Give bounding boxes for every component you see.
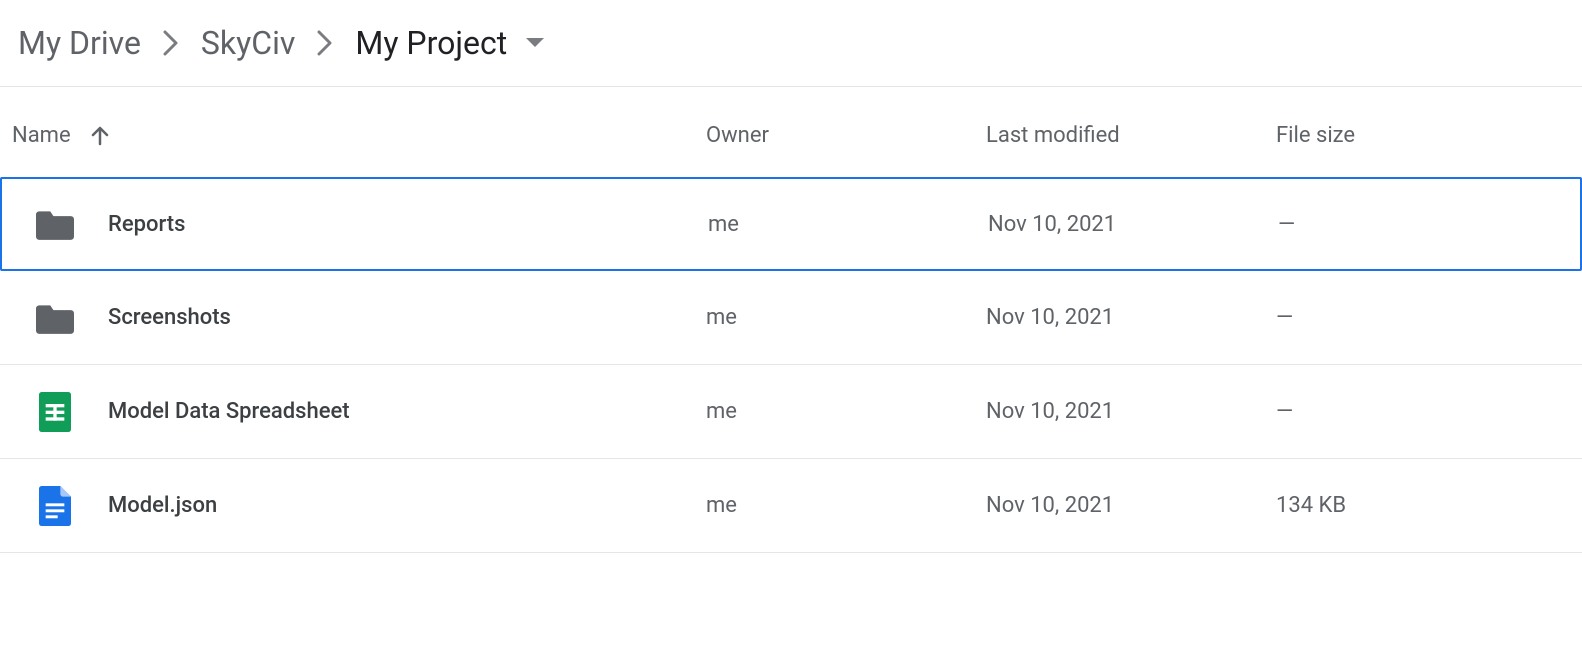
column-header-owner[interactable]: Owner: [706, 123, 986, 148]
column-name-label: Name: [12, 123, 71, 148]
file-owner: me: [708, 212, 988, 237]
file-modified: Nov 10, 2021: [986, 305, 1276, 330]
file-name-cell: Reports: [14, 208, 708, 240]
column-header-size[interactable]: File size: [1276, 123, 1570, 148]
sheet-icon: [36, 392, 74, 432]
chevron-right-icon: [317, 30, 333, 56]
folder-icon: [36, 302, 74, 334]
file-owner: me: [706, 493, 986, 518]
caret-down-icon[interactable]: [525, 37, 545, 49]
file-row[interactable]: Model Data Spreadsheet meNov 10, 2021—: [0, 365, 1582, 459]
file-owner: me: [706, 399, 986, 424]
file-row[interactable]: Model.json meNov 10, 2021134 KB: [0, 459, 1582, 553]
breadcrumb-item-root[interactable]: My Drive: [18, 24, 141, 62]
file-name: Screenshots: [108, 305, 231, 330]
file-size: —: [1276, 399, 1570, 424]
chevron-right-icon: [163, 30, 179, 56]
file-size: —: [1278, 212, 1568, 237]
file-row[interactable]: Reports meNov 10, 2021—: [0, 177, 1582, 271]
column-header-modified[interactable]: Last modified: [986, 123, 1276, 148]
file-name: Model Data Spreadsheet: [108, 399, 350, 424]
file-size: —: [1276, 305, 1570, 330]
breadcrumb-item-current[interactable]: My Project: [355, 24, 545, 62]
breadcrumb-current-label: My Project: [355, 24, 507, 62]
column-header-row: Name Owner Last modified File size: [0, 87, 1582, 177]
doc-icon: [36, 486, 74, 526]
folder-icon: [36, 208, 74, 240]
file-modified: Nov 10, 2021: [988, 212, 1278, 237]
file-name: Model.json: [108, 493, 217, 518]
breadcrumb: My Drive SkyCiv My Project: [0, 0, 1582, 87]
file-size: 134 KB: [1276, 493, 1570, 518]
file-list: ReportsmeNov 10, 2021—ScreenshotsmeNov 1…: [0, 177, 1582, 553]
column-header-name[interactable]: Name: [12, 123, 706, 148]
file-name: Reports: [108, 212, 185, 237]
file-row[interactable]: Screenshots meNov 10, 2021—: [0, 271, 1582, 365]
file-name-cell: Model Data Spreadsheet: [12, 392, 706, 432]
file-name-cell: Screenshots: [12, 302, 706, 334]
file-name-cell: Model.json: [12, 486, 706, 526]
file-owner: me: [706, 305, 986, 330]
file-modified: Nov 10, 2021: [986, 399, 1276, 424]
file-modified: Nov 10, 2021: [986, 493, 1276, 518]
breadcrumb-item-1[interactable]: SkyCiv: [201, 24, 295, 62]
arrow-up-icon: [89, 125, 111, 147]
